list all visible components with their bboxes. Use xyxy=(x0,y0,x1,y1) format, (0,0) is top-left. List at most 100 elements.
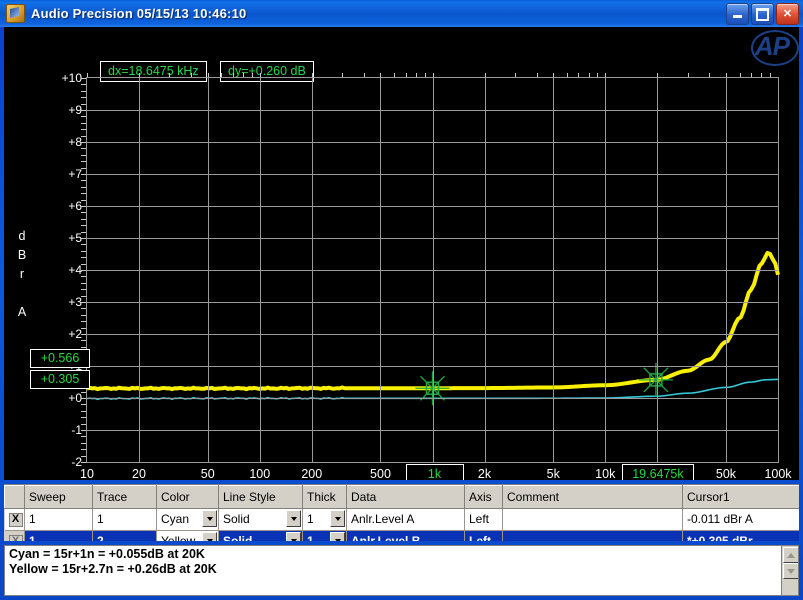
x-axis-tick-label: 10k xyxy=(595,467,616,480)
y-axis-minor-tick xyxy=(81,295,86,297)
column-header-cursor1[interactable]: Cursor1 xyxy=(682,485,799,509)
y-axis-minor-tick xyxy=(81,423,86,425)
chevron-down-icon[interactable] xyxy=(202,532,217,541)
chevron-down-icon[interactable] xyxy=(202,510,217,527)
cell-thick[interactable]: 1 xyxy=(302,508,347,531)
y-axis-minor-tick xyxy=(81,417,86,419)
y-axis-minor-tick xyxy=(81,97,86,99)
notes-line-2: Yellow = 15r+2.7n = +0.26dB at 20K xyxy=(9,562,217,576)
minimize-button[interactable] xyxy=(726,3,749,25)
y-axis-minor-tick xyxy=(81,455,86,457)
trace-table[interactable]: Sweep Trace Color Line Style Thick Data … xyxy=(4,484,799,541)
x-axis-tick-label: 500 xyxy=(370,467,391,480)
cell-color[interactable]: Cyan xyxy=(156,508,219,531)
cell-axis[interactable]: Left xyxy=(464,530,503,541)
cell-comment[interactable] xyxy=(502,508,683,531)
chevron-down-icon[interactable] xyxy=(286,532,301,541)
cell-sweep[interactable]: 1 xyxy=(24,530,93,541)
y-axis-minor-tick xyxy=(81,84,86,86)
column-header-color[interactable]: Color xyxy=(156,485,219,509)
cell-line-style[interactable]: Solid xyxy=(218,508,303,531)
y-axis-minor-tick xyxy=(81,78,86,79)
column-header-data[interactable]: Data xyxy=(346,485,465,509)
x-axis-tick-label: 200 xyxy=(301,467,323,480)
y-axis-minor-tick xyxy=(81,276,86,278)
close-button[interactable]: ✕ xyxy=(776,3,799,25)
gridline-vertical xyxy=(484,78,486,462)
chevron-down-icon[interactable] xyxy=(286,510,301,527)
cell-cursor1[interactable]: -0.011 dBr A xyxy=(682,508,799,531)
y-axis-tick-label: +4 xyxy=(68,263,82,277)
x-axis-minor-tick xyxy=(484,73,486,77)
x-axis-tick-label: 50k xyxy=(715,467,737,480)
y-axis-minor-tick xyxy=(81,116,86,118)
cell-color[interactable]: Yellow xyxy=(156,530,219,541)
row-enable-checkbox[interactable]: X xyxy=(4,508,25,531)
x-axis-minor-tick xyxy=(739,73,741,77)
x-axis-tick-label: 100 xyxy=(249,467,271,480)
y-axis-minor-tick xyxy=(81,161,86,163)
cursor-marker[interactable] xyxy=(638,362,673,397)
x-axis-minor-tick xyxy=(566,73,568,77)
cell-cursor1[interactable]: *+0.305 dBr xyxy=(682,530,799,541)
y-axis-minor-tick xyxy=(81,340,86,342)
x-axis-minor-tick xyxy=(657,73,659,77)
cell-data[interactable]: Anlr.Level A xyxy=(346,508,465,531)
gridline-vertical xyxy=(259,78,261,462)
cell-trace[interactable]: 1 xyxy=(92,508,157,531)
notes-pane[interactable]: Cyan = 15r+1n = +0.055dB at 20K Yellow =… xyxy=(4,545,799,596)
gridline-vertical xyxy=(657,78,659,462)
y-axis-title: dBr A xyxy=(17,229,27,319)
column-header-trace[interactable]: Trace xyxy=(92,485,157,509)
table-header-row: Sweep Trace Color Line Style Thick Data … xyxy=(4,485,799,509)
cell-sweep[interactable]: 1 xyxy=(24,508,93,531)
row-enable-checkbox[interactable]: X xyxy=(4,530,25,541)
cell-axis[interactable]: Left xyxy=(464,508,503,531)
y-axis-minor-tick xyxy=(81,135,86,137)
y-axis-minor-tick xyxy=(81,174,86,175)
cell-comment[interactable] xyxy=(502,530,683,541)
y-axis-minor-tick xyxy=(81,436,86,438)
table-row[interactable]: X 1 2 Yellow Solid 1 Anlr.Level B Left *… xyxy=(4,530,799,541)
x-axis-minor-tick xyxy=(169,73,171,77)
column-header-comment[interactable]: Comment xyxy=(502,485,683,509)
cell-line-style[interactable]: Solid xyxy=(218,530,303,541)
plot-area[interactable]: -2-1+0+1+2+3+4+5+6+7+8+9+101020501002005… xyxy=(62,71,792,480)
y-axis-minor-tick xyxy=(81,225,86,227)
column-header-enabled[interactable] xyxy=(4,485,25,509)
y-axis-minor-tick xyxy=(81,410,86,412)
x-axis-minor-tick xyxy=(536,73,538,77)
x-axis-tick-label: 20 xyxy=(132,467,146,480)
graph-panel: dx=18.6475 kHz dy=+0.260 dB dBr A AP -2-… xyxy=(4,27,799,480)
audio-precision-window: Audio Precision 05/15/13 10:46:10 ✕ dx=1… xyxy=(0,0,803,600)
notes-scrollbar[interactable] xyxy=(781,546,798,595)
cell-thick[interactable]: 1 xyxy=(302,530,347,541)
x-axis-tick-label: 100k xyxy=(764,467,792,480)
chevron-down-icon[interactable] xyxy=(330,532,345,541)
chevron-down-icon[interactable] xyxy=(330,510,345,527)
x-axis-minor-tick xyxy=(578,73,580,77)
table-row[interactable]: X 1 1 Cyan Solid 1 Anlr.Level A Left -0.… xyxy=(4,508,799,531)
x-axis-tick-label: 2k xyxy=(477,467,492,480)
y-axis-minor-tick xyxy=(81,302,86,303)
column-header-sweep[interactable]: Sweep xyxy=(24,485,93,509)
scroll-up-icon[interactable] xyxy=(783,547,798,563)
cell-data[interactable]: Anlr.Level B xyxy=(346,530,465,541)
y-axis-minor-tick xyxy=(81,212,86,214)
scroll-down-icon[interactable] xyxy=(783,563,798,579)
column-header-thick[interactable]: Thick xyxy=(302,485,347,509)
cell-trace[interactable]: 2 xyxy=(92,530,157,541)
y-axis-tick-label: +6 xyxy=(68,199,82,213)
gridline-vertical xyxy=(207,78,209,462)
column-header-axis[interactable]: Axis xyxy=(464,485,503,509)
y-axis-minor-tick xyxy=(81,321,86,323)
x-axis-minor-tick xyxy=(139,73,140,77)
gridline-vertical xyxy=(380,78,382,462)
x-axis-minor-tick xyxy=(87,73,88,77)
column-header-line-style[interactable]: Line Style xyxy=(218,485,303,509)
maximize-button[interactable] xyxy=(751,3,774,25)
x-axis-minor-tick xyxy=(725,73,727,77)
y-axis-minor-tick xyxy=(81,334,86,335)
y-axis-minor-tick xyxy=(81,244,86,246)
y-axis-minor-tick xyxy=(81,257,86,259)
